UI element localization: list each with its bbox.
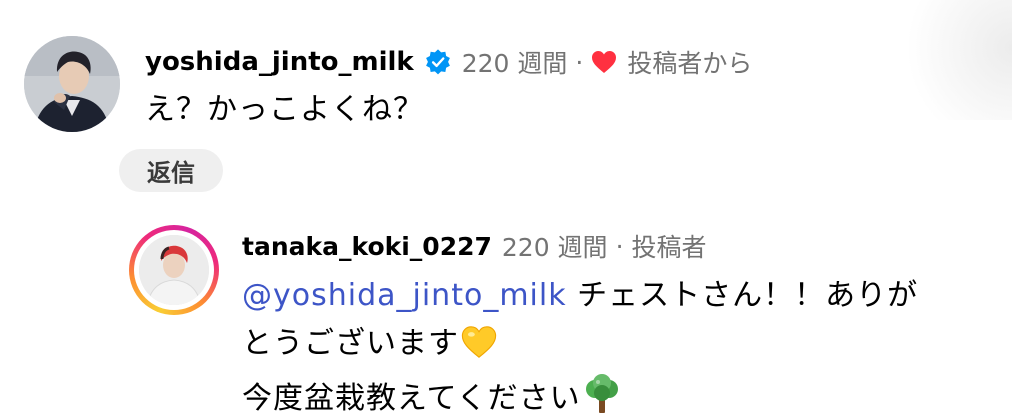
reply-author-avatar[interactable]	[129, 225, 219, 315]
yellow-heart-icon	[461, 325, 497, 374]
reply-avatar-photo	[139, 235, 209, 305]
meta-separator: ·	[615, 231, 624, 261]
verified-badge-icon	[424, 48, 452, 76]
reply-header: tanaka_koki_0227 220 週間 · 投稿者	[242, 226, 707, 266]
mention-link[interactable]: @yoshida_jinto_milk	[242, 278, 567, 313]
reply-timestamp: 220 週間	[501, 233, 608, 262]
tree-icon	[583, 374, 621, 416]
avatar-photo	[24, 36, 120, 132]
reply-text-segment: チェストさん！！ありが	[566, 278, 919, 313]
story-ring	[134, 230, 214, 310]
reply-line-3: 今度盆栽教えてください	[242, 374, 1002, 416]
reply-username[interactable]: tanaka_koki_0227	[242, 232, 492, 261]
reply-line-1: @yoshida_jinto_milk チェストさん！！ありが	[242, 272, 1002, 320]
reply-line-2: とうございます	[242, 320, 1002, 374]
commenter-avatar[interactable]	[24, 36, 120, 132]
reply-text: @yoshida_jinto_milk チェストさん！！ありが とうございます …	[242, 272, 1002, 416]
comment-timestamp: 220 週間	[461, 49, 568, 78]
liked-by-author-label: 投稿者から	[627, 49, 753, 78]
reply-text-segment: 今度盆栽教えてください	[242, 381, 581, 416]
comment-header: yoshida_jinto_milk 220 週間 · 投稿者から	[145, 40, 752, 84]
background-shade	[892, 0, 1012, 120]
heart-icon	[591, 50, 617, 74]
meta-separator: ·	[575, 47, 584, 77]
comment-text: え？かっこよくね？	[145, 92, 424, 127]
commenter-username[interactable]: yoshida_jinto_milk	[145, 47, 414, 77]
reply-text-segment: とうございます	[242, 326, 459, 361]
reply-button[interactable]: 返信	[119, 149, 223, 192]
author-badge: 投稿者	[631, 233, 707, 262]
